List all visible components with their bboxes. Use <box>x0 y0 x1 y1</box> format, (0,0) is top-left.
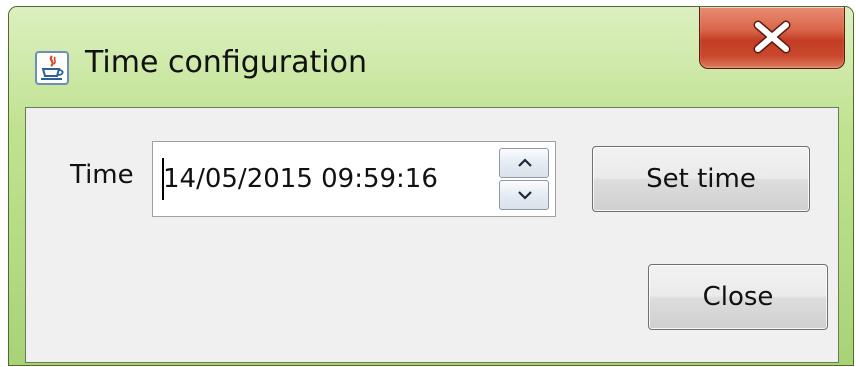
text-caret <box>162 158 164 200</box>
time-input[interactable] <box>163 143 493 215</box>
spinner-down-button[interactable] <box>499 180 549 210</box>
title-bar[interactable]: Time configuration <box>9 7 853 103</box>
window-title: Time configuration <box>85 45 367 80</box>
time-spinner[interactable] <box>152 141 556 217</box>
java-cup-icon <box>35 51 69 85</box>
close-button[interactable]: Close <box>648 264 828 330</box>
time-label: Time <box>70 160 134 190</box>
dialog-window: Time configuration Time 14/05/2015 09:59… <box>8 6 854 366</box>
set-time-button[interactable]: Set time <box>592 146 810 212</box>
dialog-content: Time Set time Close <box>25 107 839 363</box>
spinner-up-button[interactable] <box>499 148 549 178</box>
window-close-button[interactable] <box>699 7 845 69</box>
